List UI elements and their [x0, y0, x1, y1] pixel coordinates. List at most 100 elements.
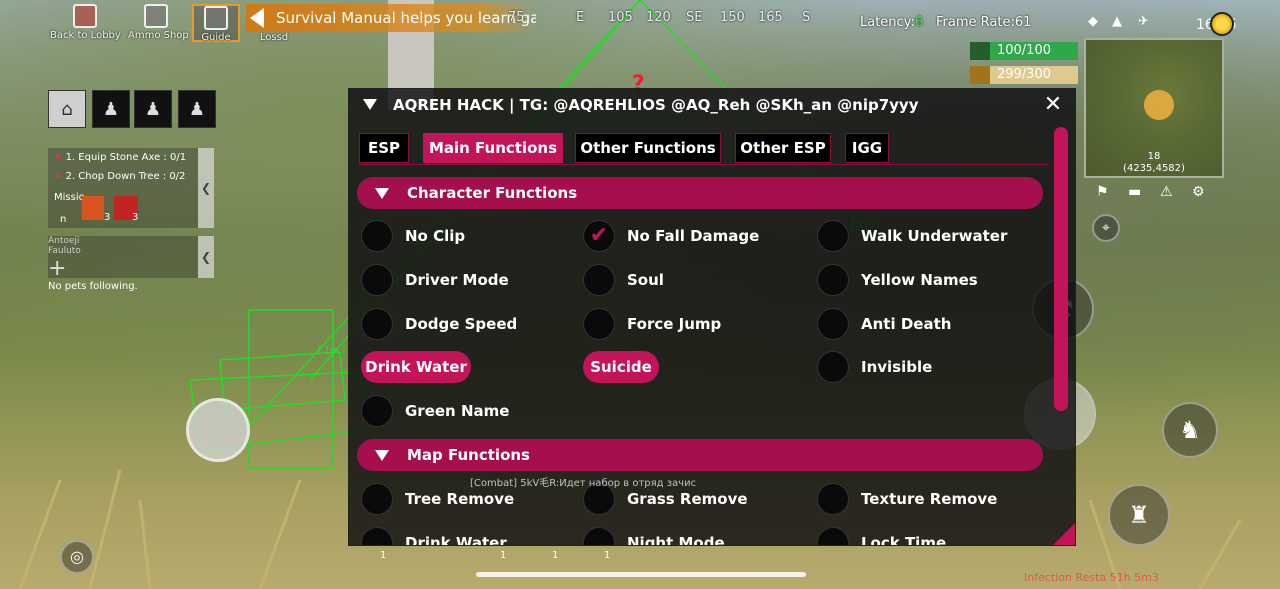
checkbox[interactable] — [361, 395, 393, 427]
location-button[interactable]: ⌖ — [1092, 214, 1120, 242]
checkbox[interactable] — [817, 351, 849, 383]
guide-label: Guide — [201, 32, 231, 43]
pets-collapse-button[interactable]: ❮ — [198, 236, 214, 278]
check-icon[interactable]: ✔ — [583, 220, 615, 252]
camera-button[interactable]: ◎ — [60, 540, 94, 574]
shop-icon — [144, 4, 168, 28]
pet-name-2: Fauluto — [48, 246, 81, 256]
tab-igg[interactable]: IGG — [845, 133, 889, 163]
compass-mark: 105 — [608, 10, 633, 25]
reward-count-1: 3 — [104, 212, 111, 223]
checkbox[interactable] — [817, 308, 849, 340]
checkbox[interactable] — [583, 527, 615, 545]
toggle-label: Soul — [627, 271, 664, 289]
tab-esp[interactable]: ESP — [359, 133, 409, 163]
resize-handle[interactable] — [1053, 523, 1075, 545]
cross-icon: ✕ — [54, 171, 66, 182]
menu-scrollbar[interactable] — [1054, 127, 1068, 411]
pets-status: No pets following. — [48, 281, 138, 292]
warning-icon[interactable]: ⚠ — [1160, 184, 1173, 200]
latency-label: Latency: — [860, 15, 915, 30]
add-member-icon: ♟ — [144, 99, 162, 120]
collapse-menu-icon[interactable] — [363, 99, 377, 110]
status-icons: ◆ ▲ ✈ — [1086, 14, 1182, 32]
lossd-label: Lossd — [259, 32, 289, 43]
hotbar-count: 1 — [604, 550, 611, 561]
toggle-label: No Clip — [405, 227, 466, 245]
banner-arrow-icon — [250, 8, 264, 28]
chat-message: [Combat] 5kV毛R:Идет набор в отряд зачис — [470, 478, 697, 489]
checkbox[interactable] — [361, 264, 393, 296]
checkbox[interactable] — [817, 264, 849, 296]
home-indicator[interactable] — [476, 572, 806, 577]
sun-icon — [1210, 12, 1234, 36]
checkbox[interactable] — [583, 264, 615, 296]
crouch-button[interactable]: ♞ — [1162, 402, 1218, 458]
team-slot-3[interactable]: ♟ — [178, 90, 216, 128]
latency-readout: Latency:6 — [860, 15, 923, 30]
prone-button[interactable]: ♜ — [1108, 484, 1170, 546]
toggle-label: Force Jump — [627, 315, 722, 333]
toggle-label: Night Mode — [627, 534, 725, 546]
hotbar-count: 1 — [500, 550, 507, 561]
tab-other-functions[interactable]: Other Functions — [575, 133, 721, 163]
hotbar-count: 1 — [380, 550, 387, 561]
add-member-icon: ♟ — [188, 99, 206, 120]
toggle-label: Walk Underwater — [861, 227, 1008, 245]
health-value: 100/100 — [996, 43, 1051, 58]
hotbar: 1 1 1 1 — [372, 550, 892, 568]
mission-item-2: ✕ 2. Chop Down Tree : 0/2 — [54, 171, 185, 182]
team-add-button[interactable]: ⌂ — [48, 90, 86, 128]
home-icon — [73, 4, 97, 28]
collapse-section-icon — [375, 450, 389, 461]
compass-mark: 75 — [508, 10, 525, 25]
esp-distance-tag: [ 1m ] — [318, 346, 346, 356]
mission-panel[interactable]: ✕ 1. Equip Stone Axe : 0/1 ✕ 2. Chop Dow… — [48, 148, 198, 228]
menu-title-bar[interactable]: AQREH HACK | TG: @AQREHLIOS @AQ_Reh @SKh… — [349, 89, 1075, 121]
drink-water-button[interactable]: Drink Water — [361, 351, 471, 383]
section-character-functions[interactable]: Character Functions — [357, 177, 1043, 209]
toggle-label: Lock Time — [861, 534, 947, 546]
checkbox[interactable] — [583, 308, 615, 340]
checkbox[interactable] — [361, 483, 393, 515]
back-to-lobby-button[interactable]: Back to Lobby — [50, 4, 121, 42]
team-slot-2[interactable]: ♟ — [134, 90, 172, 128]
section-character-label: Character Functions — [407, 184, 578, 202]
flag-icon[interactable]: ⚑ — [1096, 184, 1109, 200]
tutorial-banner[interactable]: Survival Manual helps you learn gam — [246, 4, 536, 32]
menu-title: AQREH HACK | TG: @AQREHLIOS @AQ_Reh @SKh… — [393, 96, 919, 114]
pets-panel: Antoeji Fauluto + No pets following. — [48, 236, 198, 292]
collapse-section-icon — [375, 188, 389, 199]
checkbox[interactable] — [361, 220, 393, 252]
pet-name-1: Antoeji — [48, 236, 80, 246]
compass-mark: SE — [686, 10, 703, 25]
movement-joystick[interactable] — [186, 398, 250, 462]
checkbox[interactable] — [361, 527, 393, 545]
gear-icon[interactable]: ⚙ — [1192, 184, 1205, 200]
heart-icon — [970, 42, 990, 60]
suicide-button[interactable]: Suicide — [583, 351, 659, 383]
toggle-label: Driver Mode — [405, 271, 509, 289]
checkbox[interactable] — [817, 220, 849, 252]
reward-count-2: 3 — [132, 212, 139, 223]
tab-main-functions[interactable]: Main Functions — [423, 133, 563, 163]
checkbox[interactable] — [817, 483, 849, 515]
checkbox[interactable] — [361, 308, 393, 340]
food-bar: 299/300 — [970, 66, 1078, 84]
section-map-functions[interactable]: Map Functions — [357, 439, 1043, 471]
boat-icon: ▲ — [1112, 14, 1122, 29]
guide-button[interactable]: Guide — [192, 4, 240, 43]
team-slot-1[interactable]: ♟ — [92, 90, 130, 128]
ammo-shop-button[interactable]: Ammo Shop — [128, 4, 189, 42]
add-member-icon: ♟ — [102, 99, 120, 120]
framerate-readout: Frame Rate:61 — [936, 15, 1032, 30]
hotbar-count: 1 — [552, 550, 559, 561]
minimap[interactable]: 18 (4235,4582) — [1084, 38, 1224, 178]
checkbox[interactable] — [817, 527, 849, 545]
close-icon[interactable]: ✕ — [1041, 93, 1065, 117]
toggle-label: Drink Water — [405, 534, 507, 546]
mission-collapse-button[interactable]: ❮ — [198, 148, 214, 228]
reward-item-icon — [82, 196, 104, 220]
tab-other-esp[interactable]: Other ESP — [735, 133, 831, 163]
vehicle-icon[interactable]: ▬ — [1128, 184, 1141, 200]
